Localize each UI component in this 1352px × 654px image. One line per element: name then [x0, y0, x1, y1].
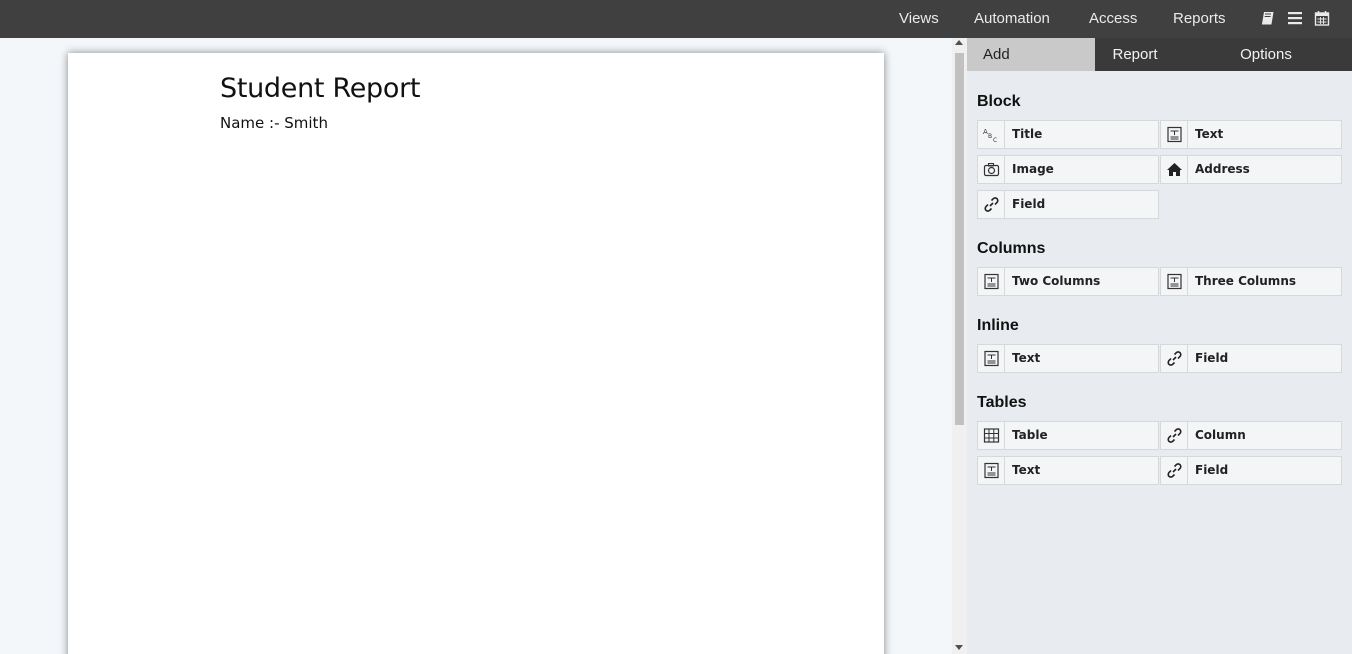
scroll-up-arrow-icon[interactable] — [955, 40, 963, 45]
link-icon — [1161, 457, 1188, 484]
report-name-line[interactable]: Name :- Smith — [220, 114, 328, 132]
camera-icon — [978, 156, 1005, 183]
book-icon[interactable] — [1260, 10, 1276, 26]
add-field-label: Field — [1012, 197, 1046, 211]
add-inline-field-button[interactable]: Field — [1160, 344, 1342, 373]
nav-access[interactable]: Access — [1089, 0, 1137, 38]
add-image-button[interactable]: Image — [977, 155, 1159, 184]
text-block-icon — [1161, 268, 1188, 295]
text-block-icon — [1161, 121, 1188, 148]
add-inline-text-button[interactable]: Text — [977, 344, 1159, 373]
tab-options[interactable]: Options — [1223, 38, 1309, 71]
add-table-button[interactable]: Table — [977, 421, 1159, 450]
text-format-icon: ABC — [978, 121, 1005, 148]
panel-tabs: Add Report Options — [967, 38, 1352, 71]
home-icon — [1161, 156, 1188, 183]
add-three-columns-label: Three Columns — [1195, 274, 1296, 288]
scrollbar-thumb[interactable] — [955, 53, 964, 425]
calendar-icon[interactable] — [1314, 10, 1330, 26]
add-table-label: Table — [1012, 428, 1048, 442]
add-text-button[interactable]: Text — [1160, 120, 1342, 149]
add-two-columns-button[interactable]: Two Columns — [977, 267, 1159, 296]
canvas-scrollbar[interactable] — [952, 38, 967, 654]
link-icon — [1161, 345, 1188, 372]
section-columns-title: Columns — [977, 240, 1046, 257]
nav-reports[interactable]: Reports — [1173, 0, 1226, 38]
nav-automation[interactable]: Automation — [974, 0, 1050, 38]
scroll-down-arrow-icon[interactable] — [955, 645, 963, 650]
text-block-icon — [978, 457, 1005, 484]
section-tables-title: Tables — [977, 394, 1027, 411]
add-table-field-label: Field — [1195, 463, 1229, 477]
add-title-button[interactable]: ABC Title — [977, 120, 1159, 149]
add-table-field-button[interactable]: Field — [1160, 456, 1342, 485]
add-column-button[interactable]: Column — [1160, 421, 1342, 450]
link-icon — [1161, 422, 1188, 449]
add-three-columns-button[interactable]: Three Columns — [1160, 267, 1342, 296]
svg-text:C: C — [993, 137, 997, 143]
list-icon[interactable] — [1287, 10, 1303, 26]
add-inline-text-label: Text — [1012, 351, 1041, 365]
add-inline-field-label: Field — [1195, 351, 1229, 365]
add-address-button[interactable]: Address — [1160, 155, 1342, 184]
link-icon — [978, 191, 1005, 218]
add-image-label: Image — [1012, 162, 1054, 176]
tab-add[interactable]: Add — [967, 38, 1095, 71]
add-text-label: Text — [1195, 127, 1224, 141]
text-block-icon — [978, 345, 1005, 372]
report-page[interactable]: Student Report Name :- Smith — [68, 53, 884, 654]
report-canvas: Student Report Name :- Smith — [0, 38, 952, 654]
add-title-label: Title — [1012, 127, 1043, 141]
section-block-title: Block — [977, 93, 1021, 110]
add-two-columns-label: Two Columns — [1012, 274, 1101, 288]
nav-views[interactable]: Views — [899, 0, 939, 38]
add-address-label: Address — [1195, 162, 1250, 176]
add-field-button[interactable]: Field — [977, 190, 1159, 219]
text-block-icon — [978, 268, 1005, 295]
add-column-label: Column — [1195, 428, 1246, 442]
section-inline-title: Inline — [977, 317, 1019, 334]
table-icon — [978, 422, 1005, 449]
svg-text:B: B — [988, 133, 992, 140]
tab-report[interactable]: Report — [1095, 38, 1175, 71]
top-bar: Views Automation Access Reports — [0, 0, 1352, 38]
report-title[interactable]: Student Report — [220, 73, 420, 104]
add-table-text-label: Text — [1012, 463, 1041, 477]
builder-panel: Add Report Options Block ABC Title Text … — [967, 38, 1352, 654]
add-table-text-button[interactable]: Text — [977, 456, 1159, 485]
